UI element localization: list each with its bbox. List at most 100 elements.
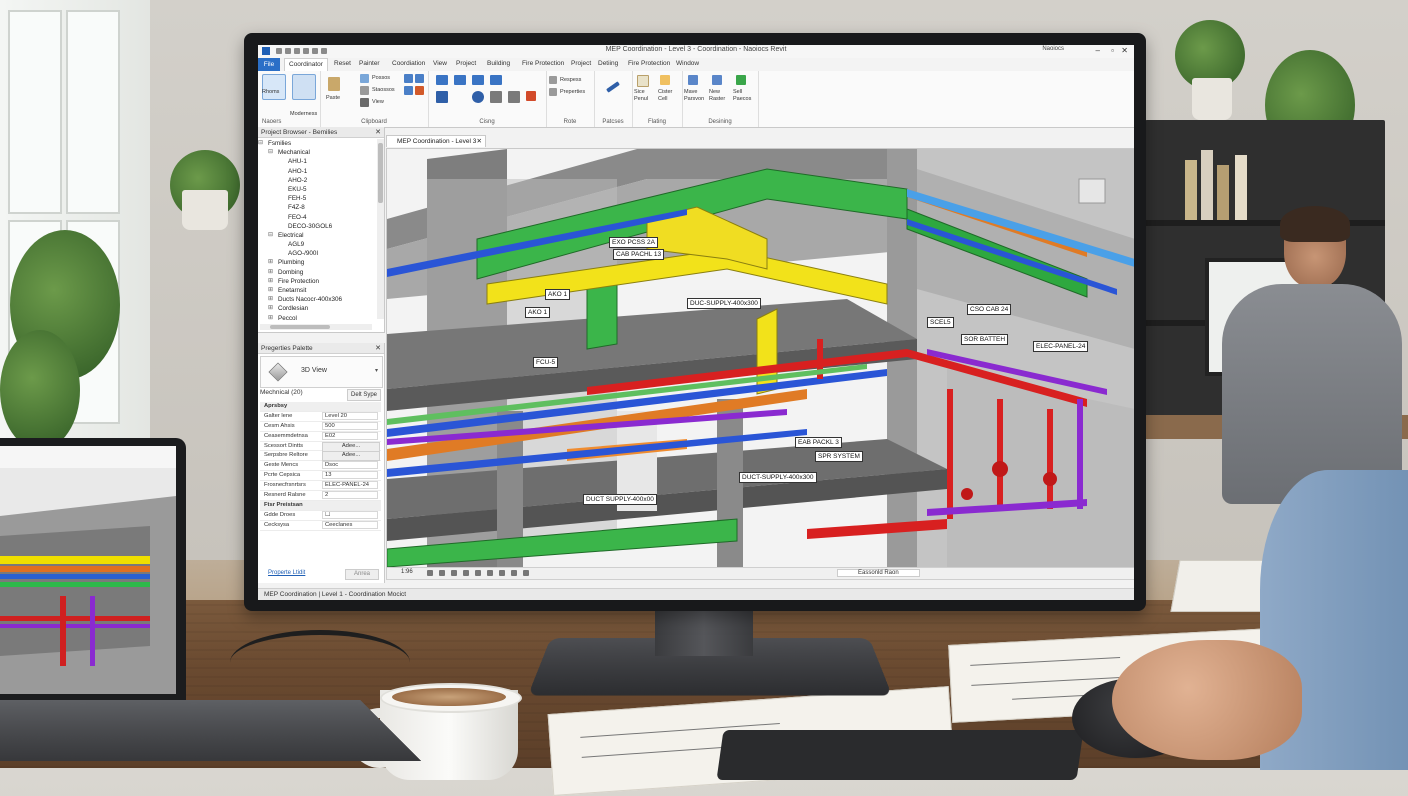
offset-icon[interactable] [415, 74, 424, 83]
tab-fire-protection-2[interactable]: Fire Protection [628, 60, 670, 67]
element-tag[interactable]: CSO CAB 24 [967, 304, 1012, 315]
tree-item[interactable]: AHO-1 [258, 167, 376, 176]
3d-viewport[interactable]: EXO PCSS 2A CAB PACHL 13 AKO 1 DUC-SUPPLY-4… [386, 148, 1134, 568]
duct-icon[interactable] [436, 75, 448, 85]
tree-item[interactable]: ⊞ Cordlesian [258, 304, 376, 313]
align-icon[interactable] [404, 74, 413, 83]
tree-item[interactable]: ⊞ Plumbing [258, 258, 376, 267]
property-value[interactable]: ☐ [322, 510, 378, 519]
edit-type-button[interactable]: Delt Sype [346, 389, 381, 401]
property-value[interactable]: 500 [322, 421, 378, 430]
properties-help-link[interactable]: Properte Ltidit [268, 570, 305, 576]
tree-item[interactable]: AHO-2 [258, 176, 376, 185]
horizontal-scrollbar[interactable] [260, 324, 372, 330]
tree-item[interactable]: FEO-4 [258, 213, 376, 222]
element-tag[interactable]: DUC-SUPPLY-400x300 [687, 298, 761, 309]
filter-icon[interactable] [523, 570, 529, 576]
expand-icon[interactable]: ⊞ [268, 296, 274, 302]
property-value[interactable]: ELEC-PANEL-24 [322, 481, 378, 490]
tree-item[interactable]: F4Z-8 [258, 203, 376, 212]
sell-paecos-button[interactable]: Sell Paecos [733, 89, 757, 103]
tree-item[interactable]: ⊞ Fire Protection [258, 277, 376, 286]
tree-item[interactable]: AGL9 [258, 240, 376, 249]
expand-icon[interactable]: ⊞ [268, 259, 274, 265]
new-raster-button[interactable]: New Raster [709, 89, 731, 103]
type-selector[interactable]: 3D View ▾ [260, 356, 383, 388]
worksharing-icon[interactable] [511, 570, 517, 576]
maximize-icon[interactable]: ▫ [1111, 46, 1114, 55]
tree-item[interactable]: ⊞ Peccol [258, 314, 376, 323]
crop-icon[interactable] [475, 570, 481, 576]
element-tag[interactable]: SOR BATTEH [961, 334, 1009, 345]
possos-icon[interactable] [360, 74, 369, 83]
staossos-button[interactable]: Staossos [372, 87, 395, 93]
tree-item[interactable]: ⊞ Dombing [258, 268, 376, 277]
tab-building[interactable]: Building [487, 60, 510, 67]
close-icon[interactable]: ✕ [375, 343, 381, 354]
element-tag[interactable]: SPR SYSTEM [815, 451, 863, 462]
expand-icon[interactable]: ⊞ [268, 315, 274, 321]
property-value[interactable]: E02 [322, 431, 378, 440]
bottom-field[interactable]: Eassonld Raon [837, 569, 920, 577]
close-icon[interactable]: ✕ [1121, 46, 1128, 55]
tab-coordinator[interactable]: Coordinator [284, 58, 328, 71]
element-tag[interactable]: CAB PACHL 13 [613, 249, 665, 260]
reveal-icon[interactable] [499, 570, 505, 576]
hide-icon[interactable] [487, 570, 493, 576]
element-tag[interactable]: EAB PACKL 3 [795, 437, 842, 448]
paste-button[interactable]: Paste [326, 95, 340, 101]
pipe-icon[interactable] [454, 75, 466, 85]
property-value[interactable]: Dsoc [322, 461, 378, 470]
rhoms-icon[interactable] [262, 74, 286, 100]
tree-item[interactable]: AHU-1 [258, 157, 376, 166]
vertical-scrollbar[interactable] [377, 139, 384, 319]
cister-cell-icon[interactable] [660, 75, 670, 85]
element-tag[interactable]: DUCT SUPPLY-400x00 [583, 494, 657, 505]
element-tag[interactable]: AKO 1 [545, 289, 571, 300]
preperties-button[interactable]: Preperties [560, 89, 585, 95]
tree-item[interactable]: EKU-5 [258, 185, 376, 194]
tab-project[interactable]: Project [456, 60, 476, 67]
property-edit-button[interactable]: Adee... [322, 451, 380, 462]
apply-button[interactable]: Anrea [344, 569, 379, 580]
tree-item[interactable]: ⊟ Mechanical [258, 148, 376, 157]
element-tag[interactable]: FCU-5 [533, 357, 559, 368]
element-tag[interactable]: ELEC-PANEL-24 [1033, 341, 1089, 352]
paste-icon[interactable] [328, 77, 340, 91]
collapse-icon[interactable]: ⊟ [258, 140, 264, 146]
view-scale[interactable]: 1:96 [401, 569, 413, 575]
tree-item[interactable]: ⊞ Enetarnsit [258, 286, 376, 295]
element-tag[interactable]: SCEL5 [927, 317, 954, 328]
element-tag[interactable]: DUCT-SUPPLY-400x300 [739, 472, 817, 483]
patch-icon[interactable] [606, 81, 620, 93]
collapse-icon[interactable]: ⊟ [268, 149, 274, 155]
view-icon[interactable] [360, 98, 369, 107]
mave-parsvon-button[interactable]: Mave Parsvon [684, 89, 706, 103]
respess-button[interactable]: Respess [560, 77, 581, 83]
tree-item[interactable]: ⊟ Electrical [258, 231, 376, 240]
accessory-icon[interactable] [490, 75, 502, 85]
minimize-icon[interactable]: – [1096, 46, 1100, 55]
property-value[interactable]: 2 [322, 491, 378, 500]
split-icon[interactable] [508, 91, 520, 103]
tab-coordination[interactable]: Coordiation [392, 60, 425, 67]
new-raster-icon[interactable] [712, 75, 722, 85]
expand-icon[interactable]: ⊞ [268, 269, 274, 275]
expand-icon[interactable]: ⊞ [268, 278, 274, 284]
tree-item[interactable]: ⊞ Ducts Nacocr-400x306 [258, 295, 376, 304]
view-button[interactable]: View [372, 99, 384, 105]
element-tag[interactable]: EXO PCSS 2A [609, 237, 658, 248]
tab-reset[interactable]: Reset [334, 60, 351, 67]
property-value[interactable]: Ceeclanes [322, 520, 378, 529]
sell-paecos-icon[interactable] [736, 75, 746, 85]
property-section[interactable]: Ftsr Preistsan [260, 500, 381, 511]
tab-window[interactable]: Window [676, 60, 699, 67]
sun-path-icon[interactable] [451, 570, 457, 576]
tab-detailing[interactable]: Detiing [598, 60, 618, 67]
mave-parsvon-icon[interactable] [688, 75, 698, 85]
tree-item[interactable]: FEH-5 [258, 194, 376, 203]
trim-icon[interactable] [415, 86, 424, 95]
tab-file[interactable]: File [258, 58, 280, 71]
tree-item[interactable]: DECO-30GOL6 [258, 222, 376, 231]
preperties-icon[interactable] [549, 88, 557, 96]
